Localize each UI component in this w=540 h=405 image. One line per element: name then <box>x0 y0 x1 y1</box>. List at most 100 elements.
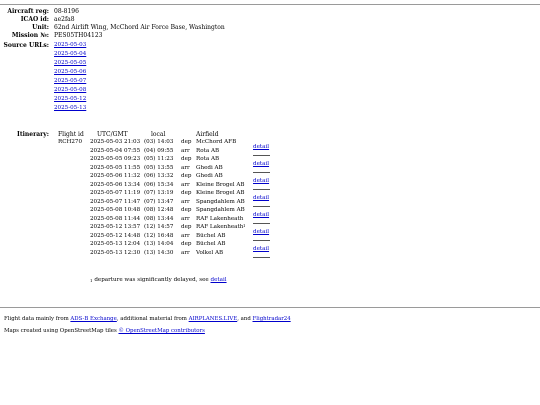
col-header-flight: Flight id <box>58 131 84 138</box>
col-header-local: local <box>151 131 166 138</box>
local-time-cell: (12) 16:48 <box>144 232 174 239</box>
airfield-cell: Rota AB <box>196 156 220 162</box>
airfield-cell: RAF Lakenheath <box>196 215 244 222</box>
aircraft-reg-label: Aircraft reg: <box>7 8 49 15</box>
airplanes-live-link[interactable]: AIRPLANES.LIVE <box>189 316 238 322</box>
airfield-cell: Büchel AB <box>196 241 226 247</box>
direction-cell: arr <box>181 147 190 154</box>
airfield-cell: McChord AFB <box>196 139 237 145</box>
direction-cell: arr <box>181 198 190 205</box>
leg-detail-link[interactable]: detail <box>253 195 269 202</box>
leg-detail-link[interactable]: detail <box>253 161 269 168</box>
utc-time-cell: 2025-05-07 11:47 <box>90 198 141 205</box>
airfield-cell: Kleine Brogel AB <box>196 190 245 196</box>
local-time-cell: (12) 14:57 <box>144 224 174 230</box>
utc-time-cell: 2025-05-05 11:55 <box>90 164 141 171</box>
airfield-cell: Ghedi AB <box>196 173 223 179</box>
utc-time-cell: 2025-05-13 12:30 <box>90 249 141 256</box>
footer-text: , additional material from <box>116 316 189 322</box>
utc-time-cell: 2025-05-05 09:23 <box>90 156 141 162</box>
col-header-airfield: Airfield <box>196 131 219 138</box>
col-header-utc: UTC/GMT <box>97 131 128 138</box>
local-time-cell: (07) 13:19 <box>144 190 174 196</box>
mission-label: Mission №: <box>11 32 49 39</box>
footnote-text: departure was significantly delayed, see <box>94 277 211 283</box>
icao-id-value: ae2fa8 <box>54 16 75 23</box>
local-time-cell: (05) 11:23 <box>144 156 174 162</box>
utc-time-cell: 2025-05-04 07:55 <box>90 147 141 154</box>
local-time-cell: (06) 13:32 <box>144 173 174 179</box>
unit-value: 62nd Airlift Wing, McChord Air Force Bas… <box>54 24 225 31</box>
mission-value: PES05TH04123 <box>54 32 103 39</box>
leg-detail-link[interactable]: detail <box>253 229 269 236</box>
source-url-link[interactable]: 2025-05-06 <box>54 69 86 76</box>
local-time-cell: (13) 14:30 <box>144 249 174 256</box>
utc-time-cell: 2025-05-12 13:57 <box>90 224 141 230</box>
direction-cell: arr <box>181 249 190 256</box>
utc-time-cell: 2025-05-03 21:03 <box>90 139 141 145</box>
leg-detail-link[interactable]: detail <box>253 212 269 219</box>
utc-time-cell: 2025-05-08 10:48 <box>90 207 141 213</box>
direction-cell: arr <box>181 181 190 188</box>
footer-text: Maps created using OpenStreetMap tiles <box>4 328 119 334</box>
airfield-cell: Kleine Brogel AB <box>196 181 245 188</box>
direction-cell: dep <box>181 139 192 145</box>
source-url-link[interactable]: 2025-05-05 <box>54 60 86 67</box>
direction-cell: dep <box>181 173 192 179</box>
leg-detail-link[interactable]: detail <box>253 144 269 151</box>
unit-label: Unit: <box>32 24 49 31</box>
openstreetmap-link[interactable]: © OpenStreetMap contributors <box>118 328 204 334</box>
local-time-cell: (03) 14:03 <box>144 139 174 145</box>
footnote: 1 departure was significantly delayed, s… <box>90 277 227 284</box>
source-url-link[interactable]: 2025-05-04 <box>54 51 86 58</box>
leg-detail-link[interactable]: detail <box>253 178 269 185</box>
footer-text: Flight data mainly from <box>4 316 71 322</box>
leg-separator <box>253 189 270 190</box>
source-url-link[interactable]: 2025-05-13 <box>54 105 86 112</box>
airfield-cell: Ghedi AB <box>196 164 223 171</box>
utc-time-cell: 2025-05-08 11:44 <box>90 215 141 222</box>
flightradar24-link[interactable]: Flightradar24 <box>253 316 291 322</box>
leg-separator <box>253 223 270 224</box>
local-time-cell: (07) 13:47 <box>144 198 174 205</box>
footer-data-sources: Flight data mainly from ADS-B Exchange, … <box>4 316 291 323</box>
footnote-mark: 1 <box>90 278 93 283</box>
footer-maps-credit: Maps created using OpenStreetMap tiles ©… <box>4 328 205 335</box>
source-url-link[interactable]: 2025-05-08 <box>54 87 86 94</box>
leg-separator <box>253 172 270 173</box>
direction-cell: dep <box>181 224 192 230</box>
source-url-link[interactable]: 2025-05-12 <box>54 96 86 103</box>
airfield-cell: Volkel AB <box>196 249 224 256</box>
local-time-cell: (08) 12:48 <box>144 207 174 213</box>
footnote-detail-link[interactable]: detail <box>211 277 227 283</box>
utc-time-cell: 2025-05-12 14:48 <box>90 232 141 239</box>
flight-id-cell: RCH270 <box>58 139 83 145</box>
leg-separator <box>253 155 270 156</box>
leg-detail-link[interactable]: detail <box>253 246 269 253</box>
top-rule <box>0 4 540 5</box>
utc-time-cell: 2025-05-06 11:32 <box>90 173 141 179</box>
footer-text: , and <box>237 316 253 322</box>
local-time-cell: (13) 14:04 <box>144 241 174 247</box>
direction-cell: arr <box>181 232 190 239</box>
local-time-cell: (05) 13:55 <box>144 164 174 171</box>
utc-time-cell: 2025-05-07 11:19 <box>90 190 141 196</box>
itinerary-label: Itinerary: <box>17 131 49 138</box>
direction-cell: dep <box>181 190 192 196</box>
direction-cell: dep <box>181 207 192 213</box>
local-time-cell: (04) 09:55 <box>144 147 174 154</box>
aircraft-reg-value: 08-8196 <box>54 8 79 15</box>
direction-cell: arr <box>181 164 190 171</box>
local-time-cell: (06) 15:34 <box>144 181 174 188</box>
adsb-exchange-link[interactable]: ADS-B Exchange <box>70 316 116 322</box>
leg-separator <box>253 206 270 207</box>
source-url-link[interactable]: 2025-05-03 <box>54 42 86 49</box>
airfield-cell: Rota AB <box>196 147 220 154</box>
direction-cell: dep <box>181 241 192 247</box>
source-url-link[interactable]: 2025-05-07 <box>54 78 86 85</box>
airfield-cell: RAF Lakenheath <box>196 224 244 230</box>
utc-time-cell: 2025-05-06 13:34 <box>90 181 141 188</box>
page: { "aircraft": [ {"label":"Aircraft reg:"… <box>0 0 540 405</box>
airfield-cell: Spangdahlem AB <box>196 198 245 205</box>
airfield-cell: Spangdahlem AB <box>196 207 245 213</box>
